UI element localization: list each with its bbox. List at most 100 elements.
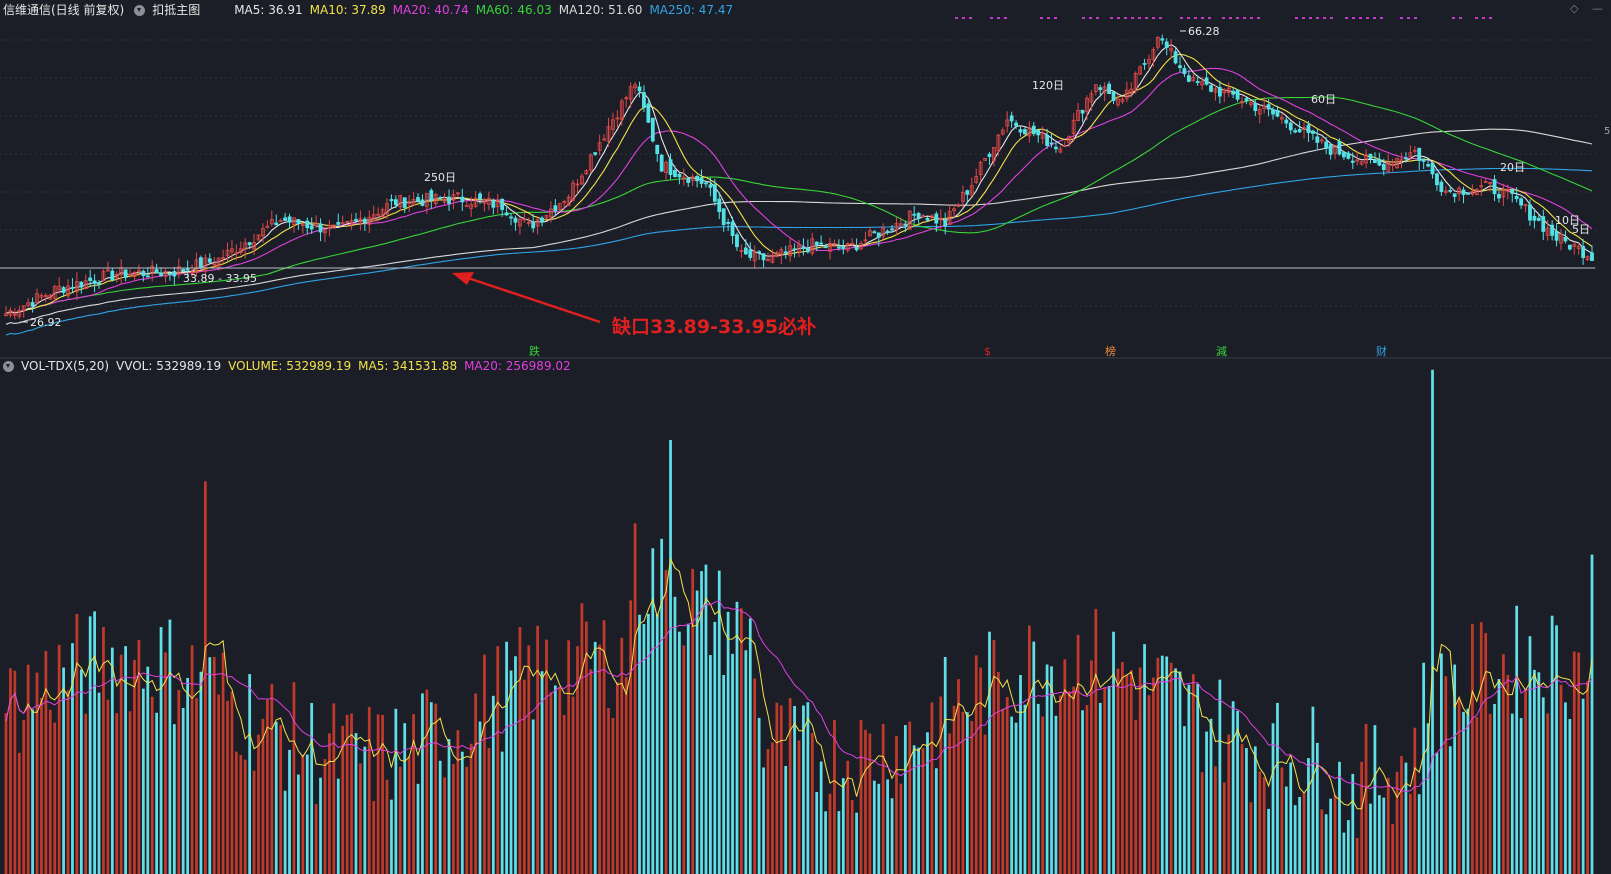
volume-bar[interactable] [199, 671, 203, 874]
volume-bar[interactable] [713, 621, 717, 874]
volume-bar[interactable] [1010, 716, 1014, 874]
volume-bar[interactable] [292, 682, 296, 874]
candle-body[interactable] [145, 275, 150, 278]
volume-bar[interactable] [208, 657, 212, 874]
volume-bar[interactable] [655, 613, 659, 874]
candle-body[interactable] [1164, 41, 1169, 48]
volume-bar[interactable] [930, 702, 934, 874]
volume-bar[interactable] [40, 697, 43, 874]
volume-bar[interactable] [452, 763, 455, 874]
volume-bar[interactable] [421, 693, 424, 874]
candle-body[interactable] [650, 118, 655, 142]
volume-bar[interactable] [1577, 652, 1581, 874]
volume-bar[interactable] [53, 722, 57, 874]
candle-body[interactable] [500, 198, 505, 210]
candle-body[interactable] [726, 222, 731, 224]
candle-body[interactable] [1466, 192, 1470, 195]
volume-bar[interactable] [872, 780, 876, 874]
candle-body[interactable] [885, 230, 890, 233]
volume-bar[interactable] [518, 627, 522, 874]
candle-body[interactable] [181, 268, 186, 272]
volume-bar[interactable] [376, 714, 380, 874]
marker-reduce[interactable]: 減 [1216, 344, 1227, 358]
volume-bar[interactable] [952, 705, 956, 874]
volume-bar[interactable] [1183, 726, 1186, 874]
volume-bar[interactable] [1298, 797, 1301, 874]
volume-bar[interactable] [66, 690, 70, 874]
candle-body[interactable] [1377, 159, 1382, 166]
candle-body[interactable] [841, 246, 846, 250]
volume-bar[interactable] [841, 778, 845, 874]
candle-body[interactable] [30, 302, 35, 307]
volume-bar[interactable] [150, 696, 154, 874]
volume-bar[interactable] [359, 763, 362, 874]
volume-bar[interactable] [279, 724, 283, 874]
candle-body[interactable] [1373, 159, 1377, 163]
volume-bar[interactable] [385, 779, 389, 874]
volume-bar[interactable] [974, 655, 978, 874]
volume-bar[interactable] [753, 678, 757, 874]
volume-bar[interactable] [895, 735, 898, 874]
volume-bar[interactable] [1214, 766, 1217, 874]
volume-dropdown-icon[interactable] [3, 360, 14, 372]
volume-bar[interactable] [1258, 771, 1262, 874]
volume-bar[interactable] [514, 656, 517, 874]
candle-body[interactable] [1337, 141, 1342, 155]
candle-body[interactable] [1204, 77, 1209, 85]
volume-bar[interactable] [1346, 820, 1350, 874]
volume-bar[interactable] [806, 702, 810, 874]
candle-body[interactable] [1514, 195, 1519, 200]
volume-bar[interactable] [881, 723, 885, 874]
candle-body[interactable] [876, 232, 881, 238]
candle-body[interactable] [721, 208, 726, 225]
candle-body[interactable] [283, 217, 288, 221]
volume-bar[interactable] [1143, 644, 1146, 874]
volume-bar[interactable] [500, 751, 504, 874]
volume-bar[interactable] [425, 689, 429, 874]
volume-bar[interactable] [1276, 702, 1279, 874]
volume-bar[interactable] [1550, 615, 1554, 874]
volume-bar[interactable] [1519, 718, 1523, 874]
volume-bar[interactable] [793, 705, 796, 874]
volume-bar[interactable] [1338, 761, 1341, 874]
candle-body[interactable] [491, 200, 496, 208]
volume-bar[interactable] [545, 639, 548, 874]
volume-bar[interactable] [850, 799, 854, 874]
candle-body[interactable] [296, 219, 301, 225]
candle-body[interactable] [274, 222, 279, 226]
volume-bar[interactable] [48, 709, 52, 874]
volume-bar[interactable] [234, 751, 238, 874]
volume-bar[interactable] [1581, 698, 1585, 874]
volume-bar[interactable] [412, 714, 415, 874]
volume-bar[interactable] [757, 717, 761, 874]
volume-bar[interactable] [1023, 704, 1027, 874]
candle-body[interactable] [1023, 129, 1027, 135]
volume-bar[interactable] [762, 767, 765, 874]
volume-bar[interactable] [230, 691, 234, 874]
volume-bar[interactable] [159, 627, 163, 874]
volume-bar[interactable] [1302, 791, 1306, 874]
volume-bar[interactable] [372, 801, 376, 874]
volume-bar[interactable] [571, 696, 575, 874]
volume-bar[interactable] [1404, 762, 1408, 874]
volume-bar[interactable] [44, 650, 48, 874]
volume-bar[interactable] [615, 682, 619, 874]
volume-bar[interactable] [682, 645, 686, 874]
marker-fall[interactable]: 跌 [529, 344, 540, 358]
candle-body[interactable] [655, 144, 660, 154]
candle-body[interactable] [1536, 217, 1541, 221]
volume-bar[interactable] [629, 600, 633, 874]
volume-bar[interactable] [1200, 772, 1204, 874]
marker-dollar[interactable]: $ [984, 345, 991, 358]
volume-bar[interactable] [1072, 686, 1076, 874]
volume-bar[interactable] [859, 719, 863, 874]
candle-body[interactable] [1581, 246, 1586, 258]
candle-body[interactable] [1244, 98, 1249, 102]
volume-bar[interactable] [398, 766, 402, 874]
volume-bar[interactable] [1391, 824, 1395, 874]
candle-body[interactable] [854, 246, 859, 251]
candle-body[interactable] [642, 92, 646, 108]
candle-body[interactable] [677, 173, 682, 178]
candle-body[interactable] [1346, 152, 1351, 159]
candle-body[interactable] [1018, 129, 1023, 133]
